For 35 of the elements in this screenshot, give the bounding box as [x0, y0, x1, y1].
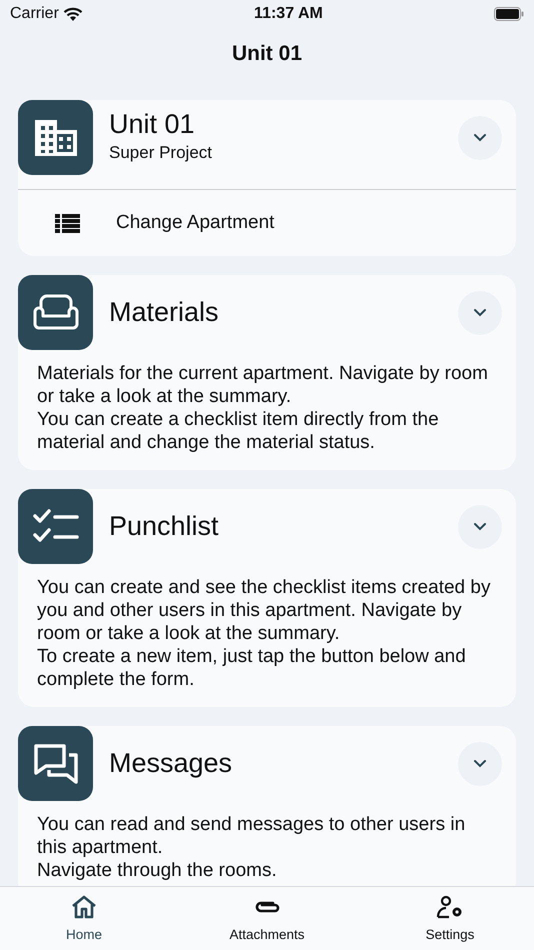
battery-icon — [494, 7, 524, 21]
checklist-icon — [32, 508, 78, 544]
change-apartment-button[interactable]: Change Apartment — [116, 208, 274, 238]
status-time: 11:37 AM — [254, 4, 323, 24]
chevron-down-icon — [473, 308, 487, 317]
tab-item[interactable]: Home — [24, 887, 144, 950]
chevron-down-icon — [473, 759, 487, 768]
building-icon — [32, 118, 78, 158]
chevron-down-icon — [473, 133, 487, 142]
sofa-icon — [30, 294, 80, 332]
unit-title: Unit 01 — [109, 110, 196, 140]
description-text: To create a new item, just tap the button below and complete the form. — [37, 645, 467, 691]
expand-button[interactable] — [458, 504, 502, 548]
description-text: You can read and send messages to other users in this apartment. — [37, 813, 466, 859]
carrier-label: Carrier — [10, 4, 59, 24]
section-title: Punchlist — [109, 512, 219, 542]
page-title: Unit 01 — [232, 41, 302, 68]
description-text: Navigate through the rooms. — [37, 859, 278, 882]
chevron-down-icon — [473, 522, 487, 531]
list-icon — [55, 214, 80, 232]
description-text: Materials for the current apartment. Navigate by room or take a look at the summary. — [37, 362, 489, 408]
project-name: Super Project — [109, 142, 212, 164]
expand-button[interactable] — [458, 290, 502, 334]
description-text: You can create a checklist item directly from the material and change the material status. — [37, 408, 440, 454]
section-title: Messages — [109, 748, 232, 778]
expand-button[interactable] — [458, 742, 502, 786]
tab-item[interactable]: Attachments — [207, 887, 327, 950]
expand-button[interactable] — [458, 116, 502, 160]
settings-icon — [436, 893, 464, 921]
section-title: Materials — [109, 298, 219, 328]
home-icon — [71, 893, 97, 921]
wifi-icon — [62, 6, 83, 22]
tab-item[interactable]: Settings — [390, 887, 510, 950]
chat-bubbles-icon — [32, 742, 78, 784]
description-text: You can create and see the checklist items created by you and other users in this apartment. Navigate by room or take a look at the summary. — [37, 576, 492, 645]
